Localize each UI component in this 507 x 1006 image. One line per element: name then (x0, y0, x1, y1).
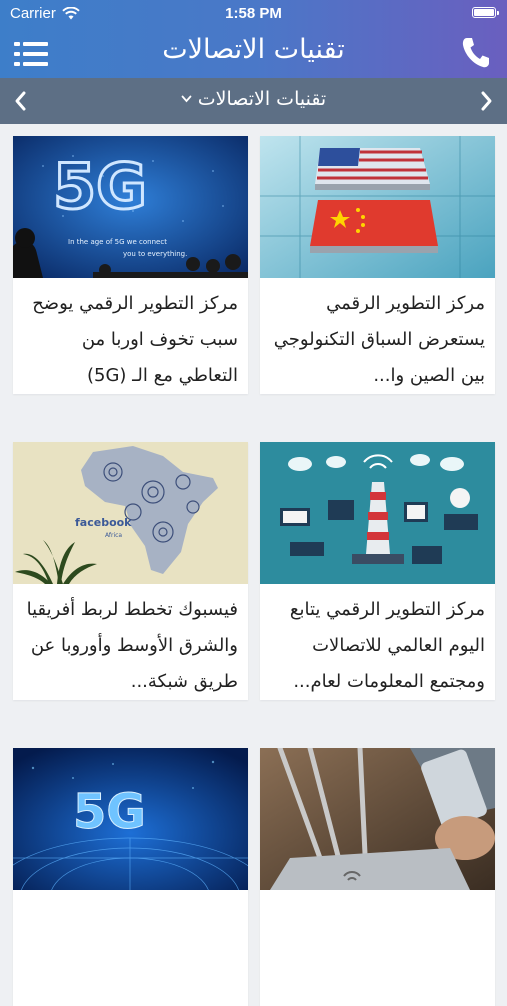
status-bar: Carrier 1:58 PM (0, 0, 507, 28)
chevron-left-icon[interactable] (12, 90, 30, 112)
article-card[interactable]: مركز التطوير الرقمي يتابع اليوم العالمي … (260, 442, 495, 700)
article-image (260, 748, 495, 890)
page-title: تقنيات الاتصالات (162, 34, 345, 65)
svg-text:5G: 5G (73, 784, 146, 840)
article-image: 5G (13, 748, 248, 890)
nav-bar: تقنيات الاتصالات (0, 28, 507, 78)
article-image: 5G In the age of 5G we connect you to ev… (13, 136, 248, 278)
article-title: مركز التطوير الرقمي يستعرض السباق التكنو… (273, 293, 485, 386)
article-title: مركز التطوير الرقمي يتابع اليوم العالمي … (289, 599, 485, 692)
article-title (13, 890, 248, 1006)
article-card[interactable]: 5G (13, 748, 248, 1006)
battery-icon (472, 7, 499, 18)
status-time: 1:58 PM (225, 5, 282, 22)
article-image (260, 442, 495, 584)
svg-text:5G: 5G (53, 150, 147, 223)
svg-text:In the age of 5G we connect: In the age of 5G we connect (68, 238, 167, 246)
article-card[interactable]: facebook Africa فيسبوك تخطط لربط أفريقيا… (13, 442, 248, 700)
article-card[interactable] (260, 748, 495, 1006)
article-image (260, 136, 495, 278)
category-label: تقنيات الاتصالات (197, 88, 327, 110)
article-card[interactable]: مركز التطوير الرقمي يستعرض السباق التكنو… (260, 136, 495, 394)
article-title (260, 890, 495, 1006)
svg-text:you to everything.: you to everything. (123, 250, 187, 258)
svg-text:facebook: facebook (75, 516, 132, 529)
category-bar: تقنيات الاتصالات (0, 78, 507, 124)
article-title: مركز التطوير الرقمي يوضح سبب تخوف اوربا … (32, 293, 238, 386)
article-image: facebook Africa (13, 442, 248, 584)
article-title: فيسبوك تخطط لربط أفريقيا والشرق الأوسط و… (26, 599, 238, 692)
menu-icon[interactable] (14, 42, 48, 66)
svg-text:Africa: Africa (105, 532, 122, 539)
phone-icon[interactable] (461, 36, 491, 70)
category-selector[interactable]: تقنيات الاتصالات (60, 88, 447, 110)
article-card[interactable]: 5G In the age of 5G we connect you to ev… (13, 136, 248, 394)
chevron-right-icon[interactable] (477, 90, 495, 112)
chevron-down-icon (181, 95, 192, 103)
